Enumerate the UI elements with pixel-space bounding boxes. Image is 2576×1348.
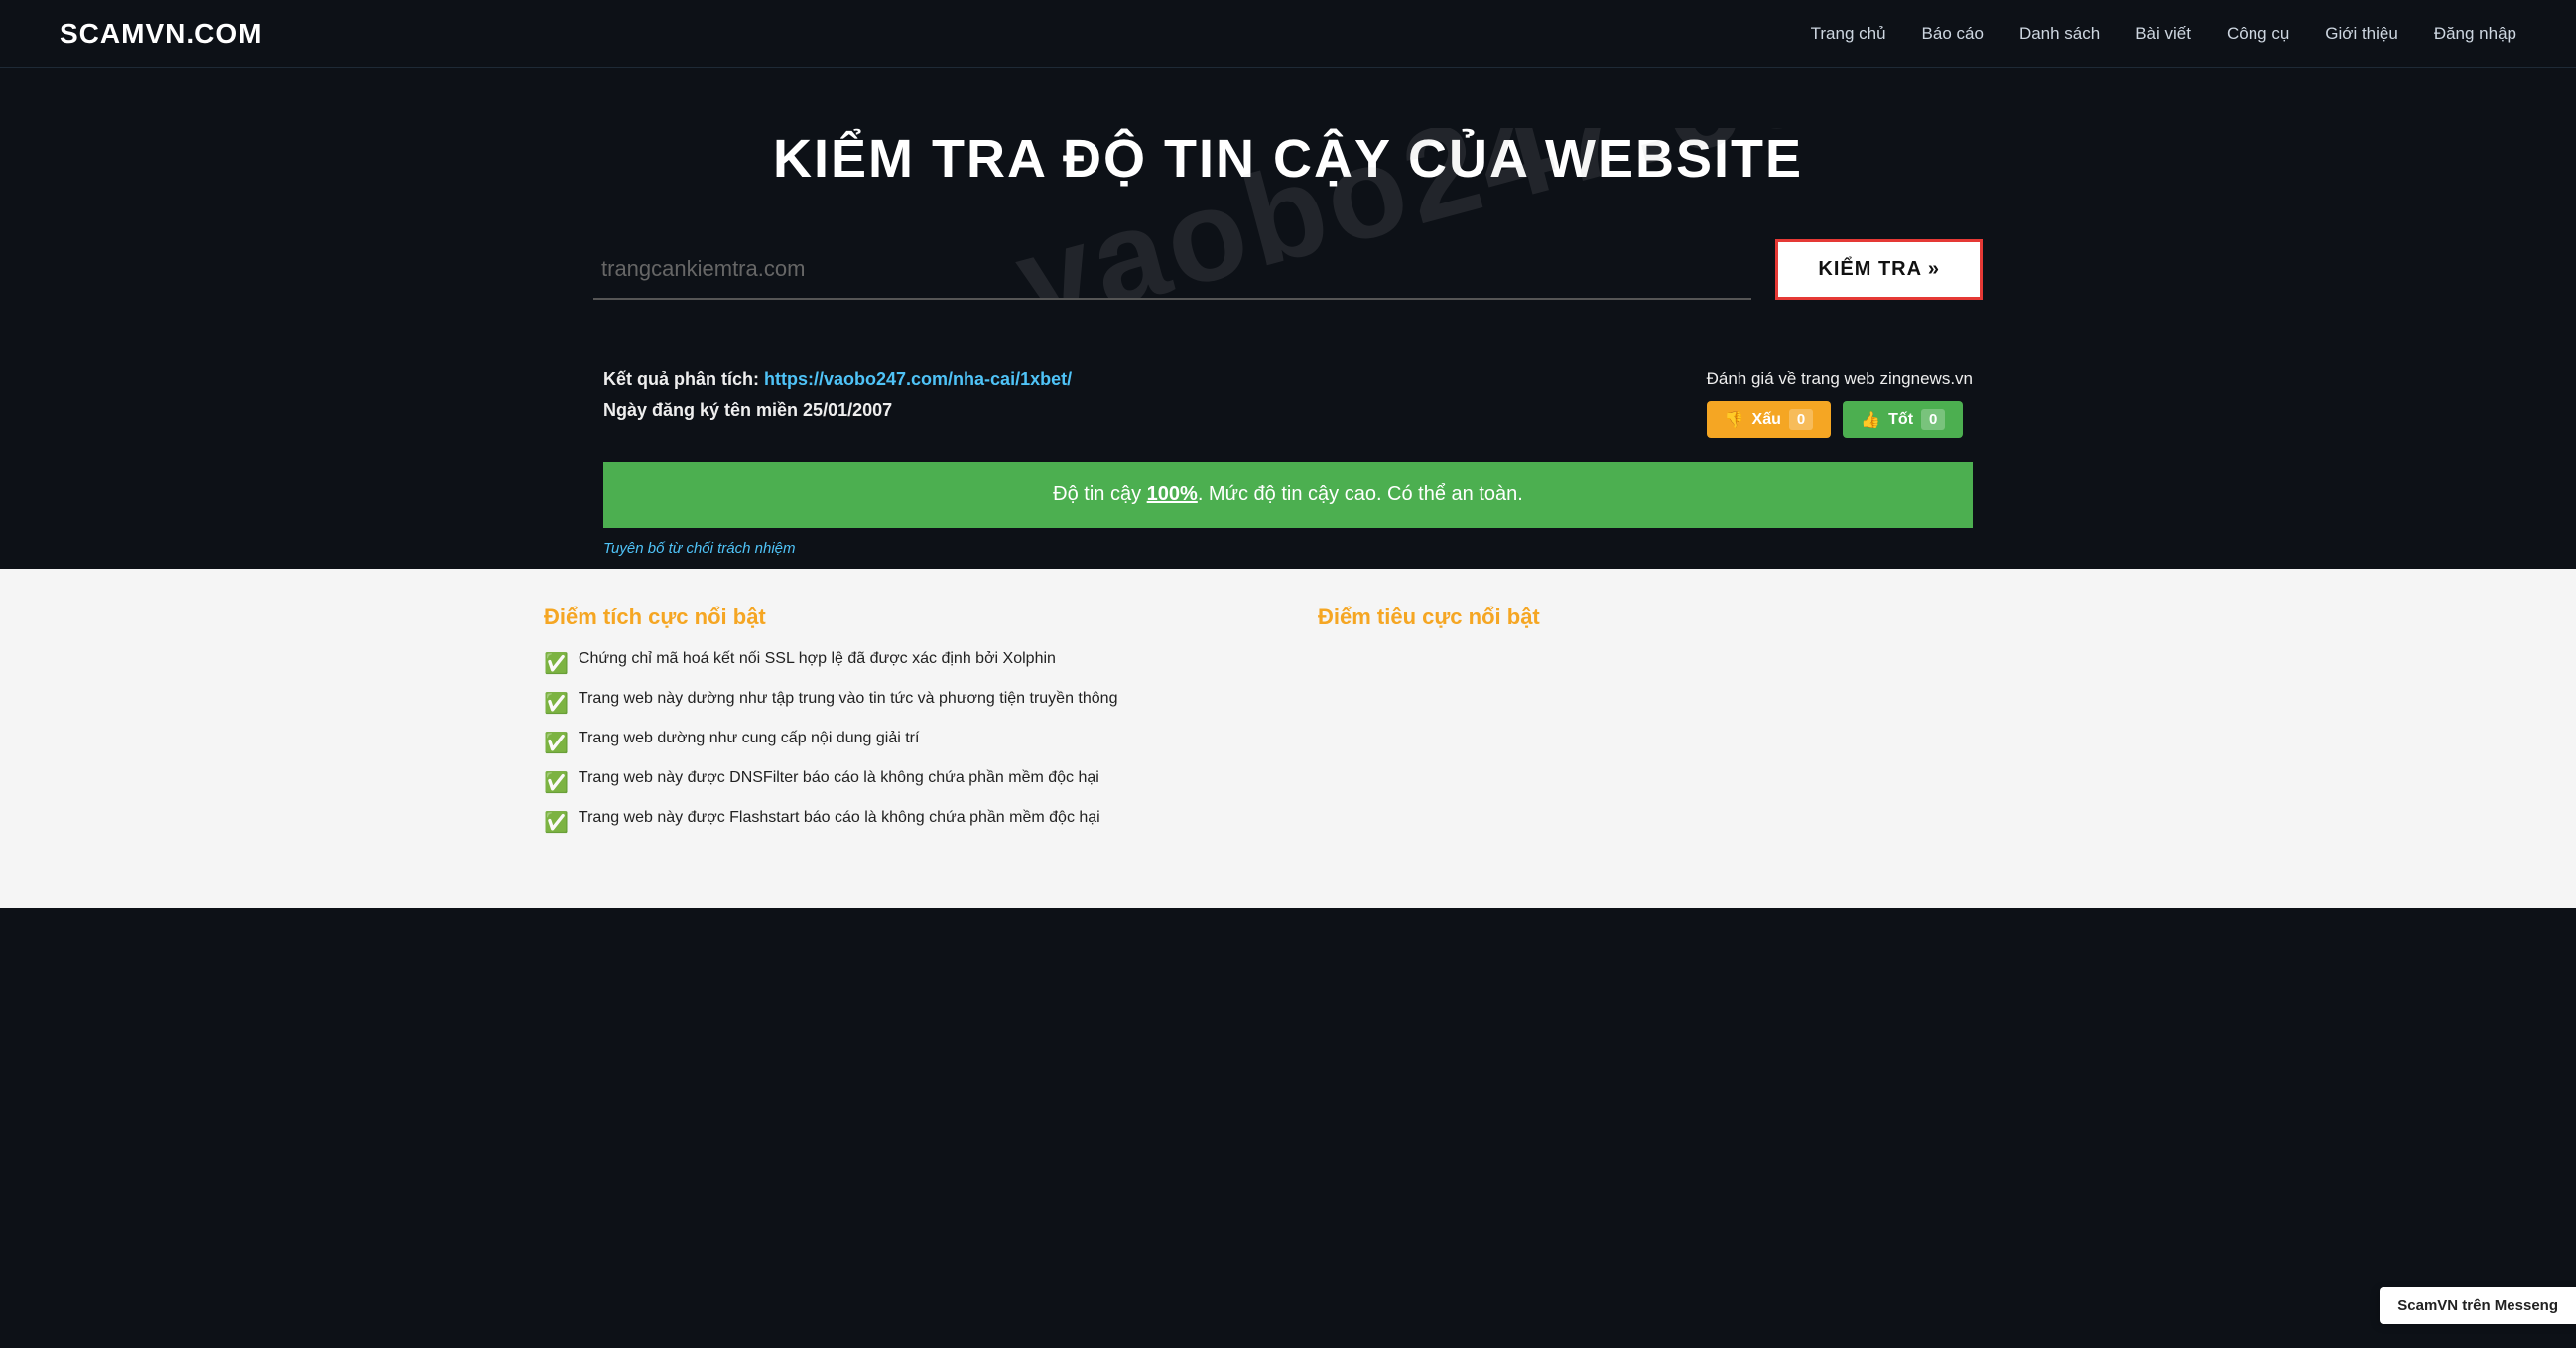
negative-title: Điểm tiêu cực nổi bật [1318,605,2032,630]
main-nav: Trang chủ Báo cáo Danh sách Bài viết Côn… [1811,24,2516,44]
nav-tools[interactable]: Công cụ [2227,24,2289,44]
trust-text-suffix: . Mức độ tin cậy cao. Có thể an toàn. [1198,483,1523,505]
result-label: Kết quả phân tích: https://vaobo247.com/… [603,369,1072,390]
messenger-label: ScamVN trên Messeng [2397,1297,2558,1314]
messenger-float[interactable]: ScamVN trên Messeng [2380,1287,2576,1324]
trust-percent: 100% [1147,483,1198,505]
site-logo[interactable]: SCAMVN.COM [60,18,262,50]
vote-tot-count: 0 [1921,409,1945,430]
list-item: ✅ Trang web này được Flashstart báo cáo … [544,809,1258,835]
nav-home[interactable]: Trang chủ [1811,24,1886,44]
list-item: ✅ Trang web dường như cung cấp nội dung … [544,730,1258,755]
vote-row: 👎 Xấu 0 👍 Tốt 0 [1707,401,1973,438]
thumbsdown-icon: 👎 [1725,410,1744,430]
positive-list: ✅ Chứng chỉ mã hoá kết nối SSL hợp lệ đã… [544,650,1258,835]
vote-tot-label: Tốt [1888,411,1913,429]
check-icon: ✅ [544,731,569,755]
result-date: Ngày đăng ký tên miền 25/01/2007 [603,400,1072,421]
trust-bar: Độ tin cậy 100%. Mức độ tin cậy cao. Có … [603,462,1973,528]
result-right: Đánh giá về trang web zingnews.vn 👎 Xấu … [1707,369,1973,438]
positive-item-2: Trang web dường như cung cấp nội dung gi… [579,730,920,747]
check-icon: ✅ [544,810,569,835]
hero-title: KIỂM TRA ĐỘ TIN CẬY CỦA WEBSITE [60,128,2516,190]
nav-list[interactable]: Danh sách [2019,24,2100,44]
positive-item-0: Chứng chỉ mã hoá kết nối SSL hợp lệ đã đ… [579,650,1056,668]
vote-xau-count: 0 [1789,409,1813,430]
trust-text-prefix: Độ tin cậy [1053,483,1146,505]
search-input[interactable] [593,252,1751,286]
nav-login[interactable]: Đăng nhập [2434,24,2516,44]
nav-about[interactable]: Giới thiệu [2325,24,2398,44]
vote-xau-label: Xấu [1752,411,1781,429]
nav-report[interactable]: Báo cáo [1922,24,1984,44]
search-input-wrap [593,240,1751,300]
vote-tot-button[interactable]: 👍 Tốt 0 [1843,401,1963,438]
kiemtra-button[interactable]: KIỂM TRA » [1775,239,1983,300]
positive-column: Điểm tích cực nổi bật ✅ Chứng chỉ mã hoá… [544,605,1258,849]
positive-item-1: Trang web này dường như tập trung vào ti… [579,690,1118,708]
list-item: ✅ Chứng chỉ mã hoá kết nối SSL hợp lệ đã… [544,650,1258,676]
list-item: ✅ Trang web này được DNSFilter báo cáo l… [544,769,1258,795]
analysis-grid: Điểm tích cực nổi bật ✅ Chứng chỉ mã hoá… [544,605,2032,849]
rating-label: Đánh giá về trang web zingnews.vn [1707,369,1973,389]
list-item: ✅ Trang web này dường như tập trung vào … [544,690,1258,716]
result-area: Kết quả phân tích: https://vaobo247.com/… [544,339,2032,528]
vote-xau-button[interactable]: 👎 Xấu 0 [1707,401,1832,438]
positive-title: Điểm tích cực nổi bật [544,605,1258,630]
positive-item-4: Trang web này được Flashstart báo cáo là… [579,809,1100,827]
positive-item-3: Trang web này được DNSFilter báo cáo là … [579,769,1099,787]
hero-section: vaobo247.com KIỂM TRA ĐỘ TIN CẬY CỦA WEB… [0,68,2576,339]
result-left: Kết quả phân tích: https://vaobo247.com/… [603,369,1072,429]
header: SCAMVN.COM Trang chủ Báo cáo Danh sách B… [0,0,2576,68]
check-icon: ✅ [544,651,569,676]
check-icon: ✅ [544,770,569,795]
result-url[interactable]: https://vaobo247.com/nha-cai/1xbet/ [764,369,1072,389]
disclaimer[interactable]: Tuyên bố từ chối trách nhiệm [544,528,2032,569]
thumbsup-icon: 👍 [1861,410,1880,430]
disclaimer-link[interactable]: Tuyên bố từ chối trách nhiệm [603,540,796,557]
check-icon: ✅ [544,691,569,716]
nav-articles[interactable]: Bài viết [2135,24,2191,44]
analysis-section: Điểm tích cực nổi bật ✅ Chứng chỉ mã hoá… [0,569,2576,908]
search-row: KIỂM TRA » [593,239,1983,300]
negative-column: Điểm tiêu cực nổi bật [1318,605,2032,849]
